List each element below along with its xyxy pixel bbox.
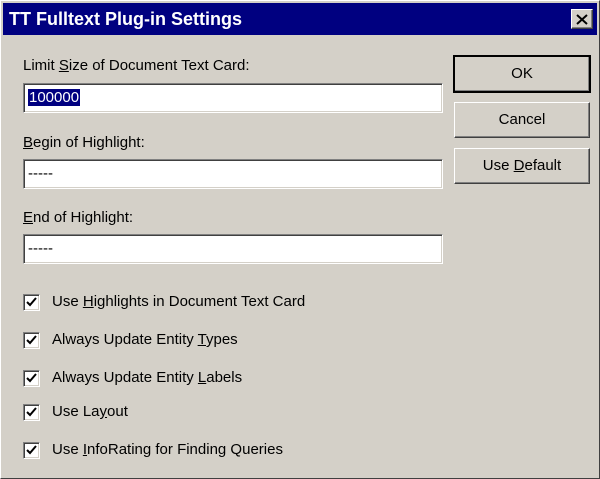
use-highlights-label: Use Highlights in Document Text Card — [52, 293, 306, 310]
limit-size-input[interactable]: 100000 — [23, 83, 443, 113]
use-highlights-checkbox[interactable] — [23, 293, 40, 311]
begin-highlight-label: Begin of Highlight: — [23, 134, 145, 151]
use-layout-checkbox[interactable] — [23, 403, 40, 421]
use-layout-label: Use Layout — [52, 403, 128, 420]
update-entity-types-label: Always Update Entity Types — [52, 331, 238, 348]
settings-dialog: TT Fulltext Plug-in Settings Limit Size … — [0, 0, 600, 479]
end-highlight-value: ----- — [28, 240, 53, 257]
close-icon — [576, 13, 588, 25]
end-highlight-input[interactable]: ----- — [23, 234, 443, 264]
use-inforating-checkbox[interactable] — [23, 441, 40, 459]
update-entity-labels-checkbox-row[interactable]: Always Update Entity Labels — [23, 368, 242, 388]
title-bar[interactable]: TT Fulltext Plug-in Settings — [3, 3, 597, 35]
limit-size-label: Limit Size of Document Text Card: — [23, 57, 250, 74]
update-entity-labels-label: Always Update Entity Labels — [52, 369, 243, 386]
end-highlight-label: End of Highlight: — [23, 209, 134, 226]
close-button[interactable] — [571, 9, 593, 29]
checkmark-icon — [26, 407, 37, 417]
checkmark-icon — [26, 335, 37, 345]
limit-size-value: 100000 — [28, 89, 81, 106]
update-entity-types-checkbox[interactable] — [23, 331, 40, 349]
checkmark-icon — [26, 445, 37, 455]
checkmark-icon — [26, 373, 37, 383]
cancel-button[interactable]: Cancel — [454, 102, 590, 138]
use-default-button[interactable]: Use Default — [454, 148, 590, 184]
begin-highlight-input[interactable]: ----- — [23, 159, 443, 189]
use-inforating-label: Use InfoRating for Finding Queries — [52, 441, 283, 458]
use-highlights-checkbox-row[interactable]: Use Highlights in Document Text Card — [23, 292, 305, 312]
update-entity-labels-checkbox[interactable] — [23, 369, 40, 387]
update-entity-types-checkbox-row[interactable]: Always Update Entity Types — [23, 330, 238, 350]
dialog-title: TT Fulltext Plug-in Settings — [9, 9, 242, 29]
use-layout-checkbox-row[interactable]: Use Layout — [23, 402, 128, 422]
use-inforating-checkbox-row[interactable]: Use InfoRating for Finding Queries — [23, 440, 283, 460]
ok-button[interactable]: OK — [454, 56, 590, 92]
begin-highlight-value: ----- — [28, 165, 53, 182]
checkmark-icon — [26, 297, 37, 307]
